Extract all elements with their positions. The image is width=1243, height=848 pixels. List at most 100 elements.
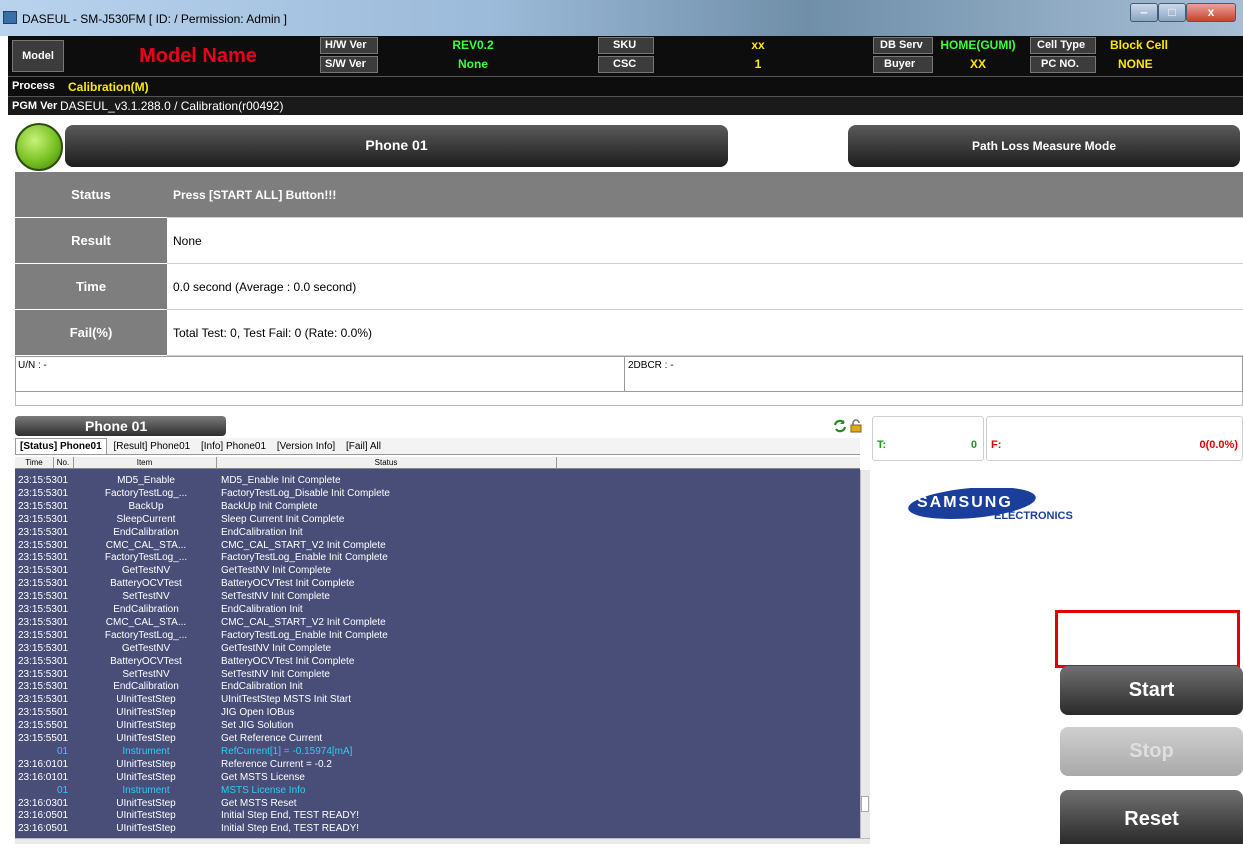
log-cell-status: Get MSTS License [221, 771, 305, 783]
log-row[interactable]: 23:15:53 01 EndCalibration EndCalibration I… [15, 682, 860, 692]
pc-no-value: NONE [1118, 57, 1153, 71]
tab-fail-all[interactable]: [Fail] All [342, 439, 385, 454]
log-cell-no: 01 [57, 758, 69, 770]
logo-sub: ELECTRONICS [994, 510, 1073, 522]
log-scrollbar-thumb[interactable] [861, 796, 869, 812]
log-cell-status: FactoryTestLog_Disable Init Complete [221, 487, 390, 499]
log-cell-no: 01 [57, 668, 69, 680]
log-cell-no: 01 [57, 526, 69, 538]
log-row[interactable]: 01 Instrument RefCurrent[1] = -0.15974[mA] [15, 745, 860, 757]
log-row[interactable]: 23:15:53 01 CMC_CAL_STA... CMC_CAL_START_V2… [15, 617, 860, 628]
phone-title: Phone 01 [65, 125, 728, 167]
log-row[interactable]: 23:15:53 01 SleepCurrent Sleep Current Init… [15, 513, 860, 525]
log-row[interactable]: 23:15:53 01 GetTestNV GetTestNV Init Comple… [15, 642, 860, 654]
buyer-value: XX [969, 57, 986, 71]
tab-status-phone01[interactable]: [Status] Phone01 [15, 438, 107, 454]
result-value: None [167, 218, 1243, 264]
path-loss-mode-button[interactable]: Path Loss Measure Mode [848, 125, 1240, 167]
sku-value: xx [751, 38, 765, 52]
log-row[interactable]: 23:15:53 01 GetTestNV GetTestNV Init Comple… [15, 566, 860, 576]
log-grid[interactable]: Time No. Item Status 23:15:53 01 MD5_Enabl… [15, 457, 860, 841]
tab-info-phone01[interactable]: [Info] Phone01 [197, 439, 270, 454]
log-cell-status: Initial Step End, TEST READY! [221, 810, 360, 822]
window-title: DASEUL - SM-J530FM [ ID: / Permission: A… [22, 12, 287, 26]
divider [624, 357, 625, 391]
column-header-status[interactable]: Status [216, 457, 557, 468]
log-row[interactable]: 23:15:53 01 SetTestNV SetTestNV Init Comple… [15, 592, 860, 602]
log-row[interactable]: 23:16:05 01 UInitTestStep Initial Step End,… [15, 811, 860, 821]
log-cell-time: 23:15:53 [18, 681, 57, 693]
log-row[interactable]: 23:16:01 01 UInitTestStep Get MSTS License [15, 771, 860, 783]
sw-ver-label: S/W Ver [320, 56, 378, 73]
f-label: F: [991, 439, 1002, 451]
log-cell-time: 23:15:53 [18, 668, 57, 680]
tab-version-info[interactable]: [Version Info] [273, 439, 339, 454]
log-cell-no: 01 [57, 500, 69, 512]
log-row[interactable]: 23:15:53 01 EndCalibration EndCalibration I… [15, 605, 860, 615]
log-row[interactable]: 23:15:53 01 FactoryTestLog_... FactoryTestL… [15, 487, 860, 499]
log-row[interactable]: 23:15:53 01 BatteryOCVTest BatteryOCVTest I… [15, 579, 860, 589]
csc-label: CSC [598, 56, 654, 73]
log-row[interactable]: 23:15:53 01 MD5_Enable MD5_Enable Init Comp… [15, 476, 860, 486]
log-cell-status: FactoryTestLog_Enable Init Complete [221, 629, 388, 641]
hw-ver-value: REV0.2 [452, 38, 494, 52]
cell-type-value: Block Cell [1110, 38, 1169, 52]
log-row[interactable]: 23:15:53 01 FactoryTestLog_... FactoryTestL… [15, 629, 860, 641]
start-button[interactable]: Start [1060, 666, 1243, 715]
lock-icon[interactable] [849, 419, 863, 433]
window-title-bar[interactable]: DASEUL - SM-J530FM [ ID: / Permission: A… [0, 0, 1243, 36]
log-cell-time: 23:15:53 [18, 655, 57, 667]
log-cell-no: 01 [57, 513, 69, 525]
log-cell-item: Instrument [122, 745, 170, 757]
minimize-button[interactable]: ‒ [1130, 3, 1158, 22]
log-cell-item: GetTestNV [121, 565, 171, 577]
log-cell-no: 01 [57, 642, 69, 654]
tab-result-phone01[interactable]: [Result] Phone01 [109, 439, 194, 454]
log-row[interactable]: 23:16:03 01 UInitTestStep Get MSTS Reset [15, 797, 860, 809]
log-cell-time: 23:15:55 [18, 720, 57, 732]
column-header-no[interactable]: No. [53, 457, 74, 468]
stop-button[interactable]: Stop [1060, 727, 1243, 776]
log-row[interactable]: 23:15:55 01 UInitTestStep Set JIG Solution [15, 721, 860, 731]
log-row[interactable]: 23:16:05 01 UInitTestStep Initial Step End,… [15, 824, 860, 834]
log-row[interactable]: 01 Instrument MSTS License Info [15, 785, 860, 796]
log-row[interactable]: 23:15:53 01 SetTestNV SetTestNV Init Comple… [15, 668, 860, 680]
log-row[interactable]: 23:15:55 01 UInitTestStep Get Reference Cur… [15, 734, 860, 744]
log-row[interactable]: 23:15:53 01 UInitTestStep UInitTestStep MST… [15, 695, 860, 705]
log-cell-status: EndCalibration Init [221, 526, 303, 538]
log-row[interactable]: 23:15:53 01 EndCalibration EndCalibration I… [15, 526, 860, 538]
log-row[interactable]: 23:15:55 01 UInitTestStep JIG Open IOBus [15, 708, 860, 718]
column-header-time[interactable]: Time [15, 457, 54, 468]
csc-value: 1 [754, 57, 762, 71]
log-horizontal-scrollbar[interactable] [15, 838, 870, 844]
log-cell-time: 23:15:53 [18, 591, 57, 603]
log-phone-tab[interactable]: Phone 01 [15, 416, 226, 436]
log-cell-time: 23:15:53 [18, 552, 57, 564]
maximize-button[interactable]: □ [1158, 3, 1186, 22]
log-cell-time: 23:16:01 [18, 758, 57, 770]
column-header-item[interactable]: Item [73, 457, 217, 468]
log-cell-no: 01 [57, 681, 69, 693]
log-row[interactable]: 23:15:53 01 BatteryOCVTest BatteryOCVTest I… [15, 655, 860, 667]
log-cell-item: UInitTestStep [116, 771, 176, 783]
t-value: 0 [970, 439, 977, 451]
refresh-icon[interactable] [833, 419, 847, 433]
log-row[interactable]: 23:16:01 01 UInitTestStep Reference Current… [15, 758, 860, 770]
log-cell-item: BatteryOCVTest [110, 578, 182, 590]
time-label: Time [15, 264, 167, 310]
log-row[interactable]: 23:15:53 01 FactoryTestLog_... FactoryTestL… [15, 553, 860, 563]
log-cell-status: EndCalibration Init [221, 604, 303, 615]
log-cell-time: 23:15:53 [18, 500, 57, 512]
pc-no-label: PC NO. [1030, 56, 1096, 73]
log-row[interactable]: 23:15:53 01 BackUp BackUp Init Complete [15, 500, 860, 512]
process-value: Calibration(M) [68, 80, 149, 94]
buyer-label: Buyer [873, 56, 933, 73]
log-cell-status: BackUp Init Complete [221, 500, 318, 512]
log-cell-status: Get MSTS Reset [221, 797, 297, 809]
reset-button[interactable]: Reset [1060, 790, 1243, 844]
log-row[interactable]: 23:15:53 01 CMC_CAL_STA... CMC_CAL_START_V2… [15, 540, 860, 551]
log-cell-time: 23:15:53 [18, 475, 57, 486]
log-cell-status: Set JIG Solution [221, 720, 294, 732]
close-button[interactable]: x [1186, 3, 1236, 22]
log-scrollbar[interactable] [860, 470, 870, 841]
